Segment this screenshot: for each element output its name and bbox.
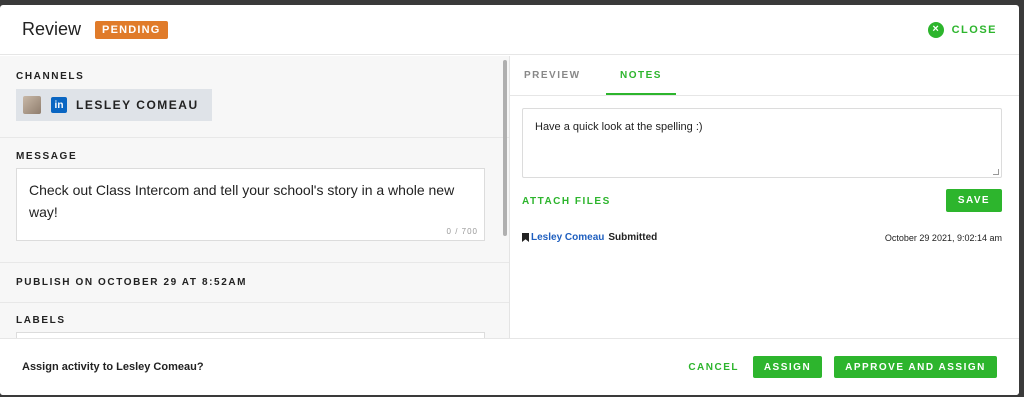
close-icon: × [927,21,944,38]
resize-handle-icon[interactable] [993,169,999,175]
tab-notes[interactable]: NOTES [606,56,676,95]
message-input[interactable]: Check out Class Intercom and tell your s… [16,168,485,241]
labels-label: LABELS [16,315,66,326]
status-badge: PENDING [95,20,168,39]
modal-title: Review [22,19,82,39]
activity-action: Submitted [608,232,658,243]
bookmark-icon [522,233,529,242]
channels-section: CHANNELS in LESLEY COMEAU [0,56,509,138]
character-counter: 0 / 700 [446,227,478,236]
notes-text: Have a quick look at the spelling :) [535,121,703,133]
publish-label: PUBLISH ON OCTOBER 29 AT 8:52AM [16,277,248,288]
modal-header: Review PENDING × CLOSE [0,5,1019,55]
save-button[interactable]: SAVE [945,189,1002,212]
channels-label: CHANNELS [16,71,85,82]
labels-section: LABELS [0,303,509,338]
review-modal: Review PENDING × CLOSE CHANNELS in LESLE… [0,5,1019,395]
right-panel: PREVIEW NOTES Have a quick look at the s… [510,56,1019,338]
assign-button[interactable]: ASSIGN [753,356,822,378]
close-label: CLOSE [951,23,997,36]
channel-name: LESLEY COMEAU [76,98,199,112]
tab-preview[interactable]: PREVIEW [524,56,579,95]
notes-textarea[interactable]: Have a quick look at the spelling :) [522,108,1002,178]
approve-and-assign-button[interactable]: APPROVE AND ASSIGN [834,356,997,378]
assign-question: Assign activity to Lesley Comeau? [22,361,204,373]
message-label: MESSAGE [16,151,78,162]
left-panel-scrollbar[interactable] [503,60,507,236]
publish-section[interactable]: PUBLISH ON OCTOBER 29 AT 8:52AM [0,263,509,303]
avatar [23,96,41,114]
modal-body: CHANNELS in LESLEY COMEAU MESSAGE Check … [0,56,1019,338]
message-section: MESSAGE Check out Class Intercom and tel… [0,138,509,263]
channel-chip[interactable]: in LESLEY COMEAU [16,89,212,121]
tab-bar: PREVIEW NOTES [510,56,1019,96]
modal-footer: Assign activity to Lesley Comeau? CANCEL… [0,338,1019,395]
cancel-button[interactable]: CANCEL [688,362,739,373]
close-button[interactable]: × CLOSE [927,21,997,38]
activity-entry: Lesley Comeau Submitted October 29 2021,… [522,232,1002,243]
activity-timestamp: October 29 2021, 9:02:14 am [884,232,1002,243]
message-text: Check out Class Intercom and tell your s… [29,182,455,220]
attach-files-link[interactable]: ATTACH FILES [522,196,611,207]
linkedin-icon: in [51,97,67,113]
left-panel: CHANNELS in LESLEY COMEAU MESSAGE Check … [0,56,510,338]
activity-user-link[interactable]: Lesley Comeau [531,232,604,243]
